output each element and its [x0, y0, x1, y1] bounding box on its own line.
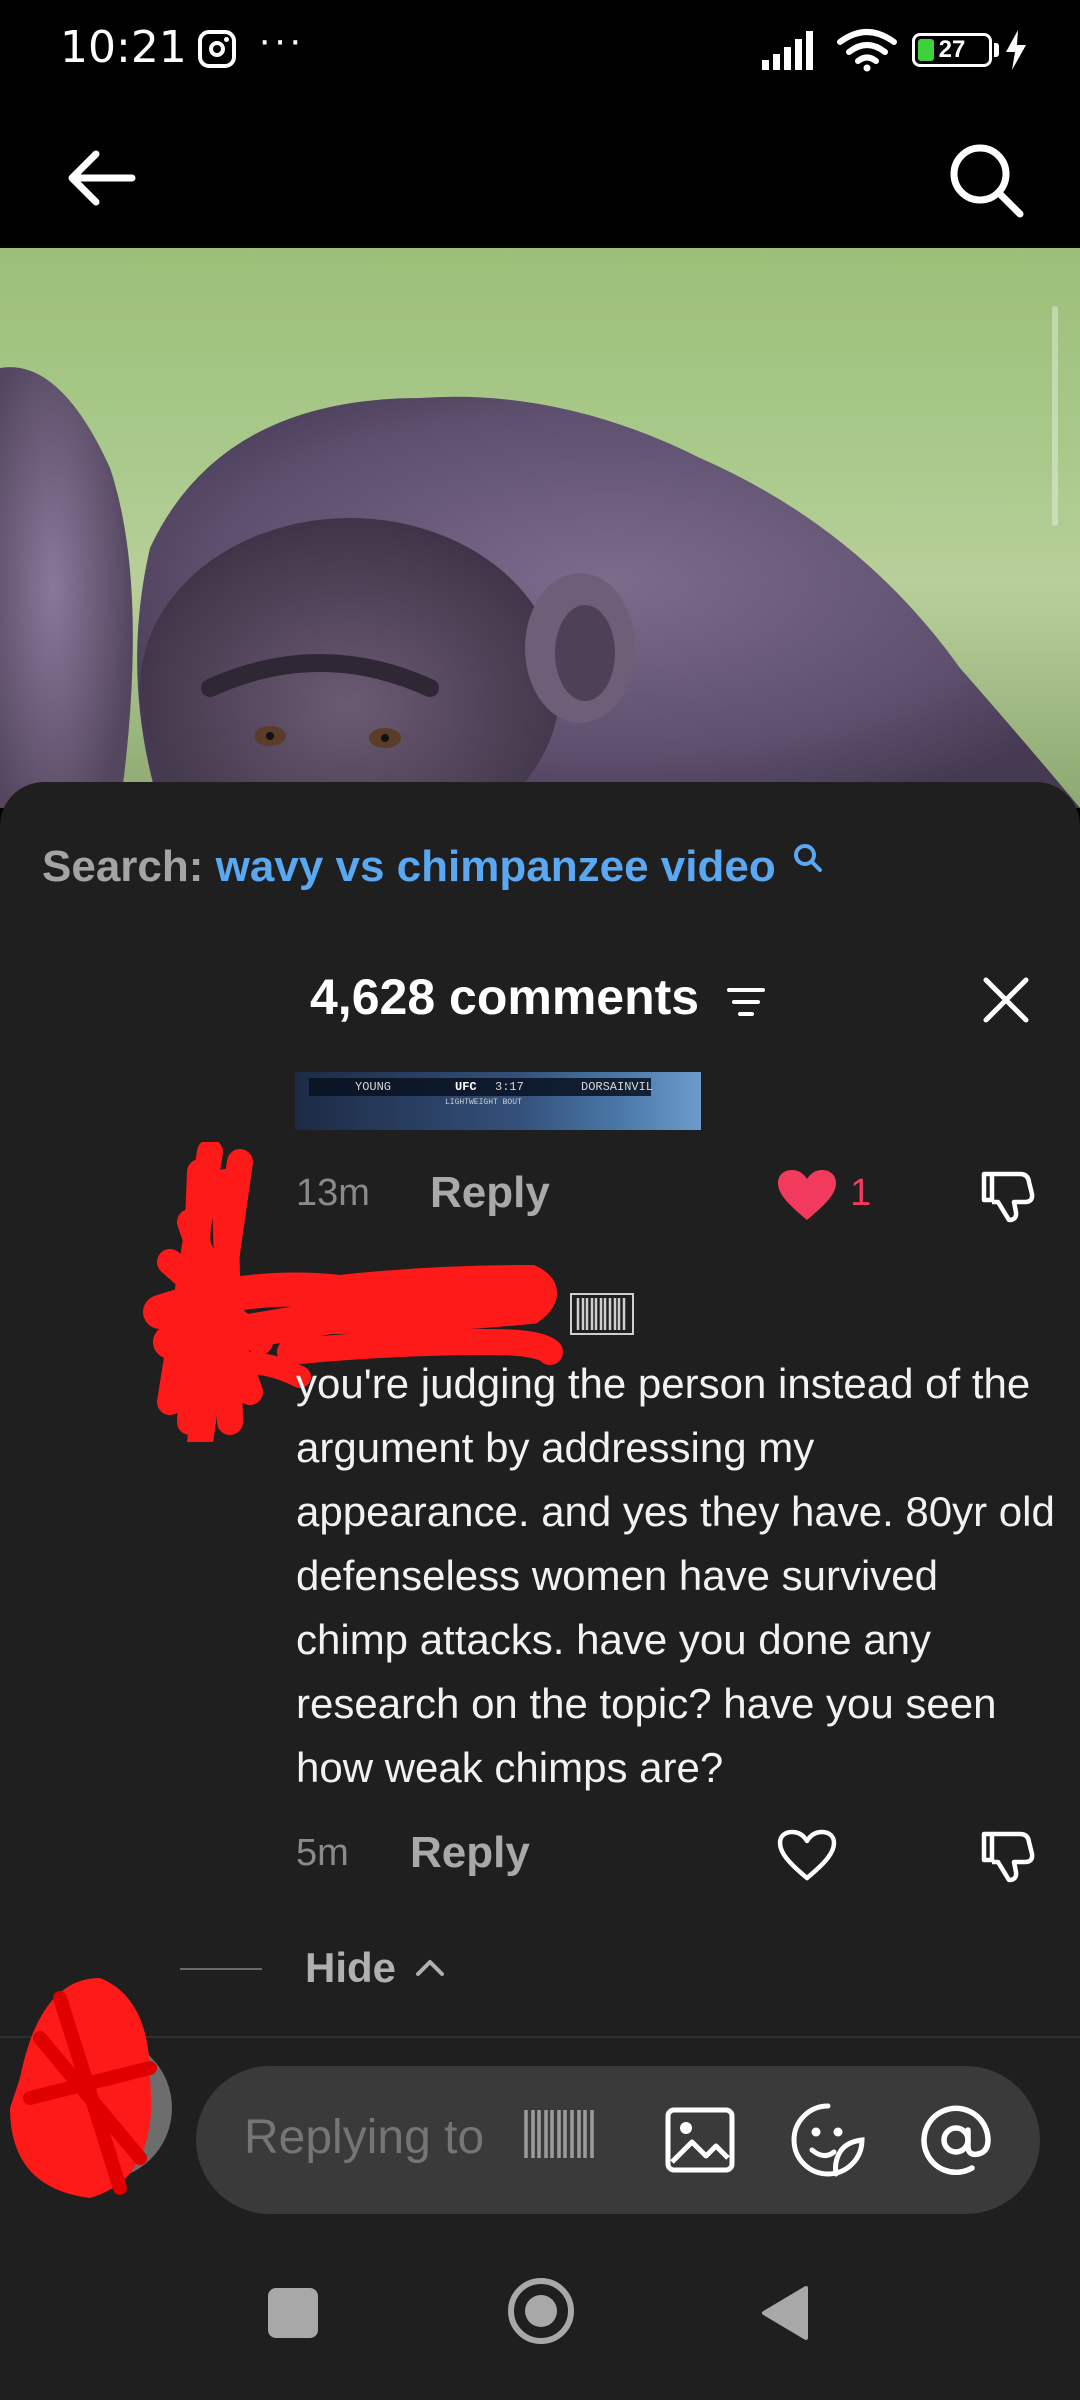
search-query-link[interactable]: wavy vs chimpanzee video [216, 842, 776, 891]
search-suggestion[interactable]: Search: wavy vs chimpanzee video [42, 842, 824, 892]
battery-tip [994, 43, 999, 57]
scoreboard-strip: YOUNG UFC 3:17 DORSAINVIL [309, 1078, 654, 1096]
back-arrow-icon[interactable] [66, 148, 136, 208]
charging-icon [1006, 30, 1026, 70]
reply-button[interactable]: Reply [410, 1828, 530, 1878]
comments-count: 4,628 comments [310, 969, 700, 1025]
emoji-sticker-icon[interactable] [788, 2100, 868, 2180]
scoreboard-right-name: DORSAINVIL [581, 1080, 654, 1094]
comments-sheet: Search: wavy vs chimpanzee video 4,628 c… [0, 782, 1080, 2256]
video-frame-image [0, 367, 1080, 808]
system-nav-bar [0, 2256, 1080, 2400]
reply-composer[interactable] [196, 2066, 1040, 2214]
home-icon[interactable] [506, 2276, 576, 2346]
reply-target-barcode-icon [524, 2110, 594, 2158]
more-notifications-icon: ··· [258, 18, 304, 62]
battery-icon: 27 [912, 33, 992, 67]
search-icon[interactable] [946, 140, 1026, 220]
image-icon[interactable] [662, 2102, 738, 2178]
username-barcode-icon [570, 1293, 634, 1335]
recent-apps-icon[interactable] [268, 2288, 318, 2338]
video-scrollbar[interactable] [1052, 306, 1058, 526]
scoreboard-division: LIGHTWEIGHT BOUT [445, 1098, 522, 1107]
search-link-icon [793, 844, 822, 872]
video-player[interactable] [0, 248, 1080, 808]
comment-attached-image[interactable]: YOUNG UFC 3:17 DORSAINVIL LIGHTWEIGHT BO… [295, 1072, 701, 1130]
sort-filter-icon[interactable] [726, 984, 766, 1020]
heart-outline-icon[interactable] [776, 1828, 838, 1882]
close-icon[interactable] [978, 972, 1034, 1028]
comments-header: 4,628 comments [0, 962, 1080, 1044]
scoreboard-clock: 3:17 [495, 1080, 524, 1094]
status-time: 10:21 [60, 22, 187, 73]
chevron-up-icon [416, 1960, 444, 1976]
hide-replies-button[interactable]: Hide [305, 1944, 396, 1992]
comment-actions-row: 5m Reply [0, 1818, 1080, 1890]
like-count: 1 [850, 1172, 872, 1214]
top-nav [0, 100, 1080, 248]
instagram-icon [198, 30, 236, 68]
mention-icon[interactable] [916, 2100, 996, 2180]
search-prefix: Search: [42, 842, 204, 891]
avatar [10, 1978, 172, 2198]
heart-filled-icon[interactable] [776, 1168, 838, 1222]
dislike-icon[interactable] [976, 1824, 1036, 1884]
scoreboard-league: UFC [455, 1080, 477, 1094]
status-bar: 10:21 ··· 27 [0, 0, 1080, 100]
comment-body: you're judging the person instead of the… [296, 1360, 1055, 1791]
battery-level: 27 [938, 36, 966, 63]
back-triangle-icon[interactable] [760, 2284, 810, 2342]
wifi-icon [837, 29, 897, 72]
comment-timestamp: 5m [296, 1832, 349, 1874]
dislike-icon[interactable] [976, 1164, 1036, 1224]
signal-icon [762, 31, 813, 70]
scoreboard-left-name: YOUNG [355, 1080, 392, 1094]
hide-divider-line [180, 1968, 262, 1970]
